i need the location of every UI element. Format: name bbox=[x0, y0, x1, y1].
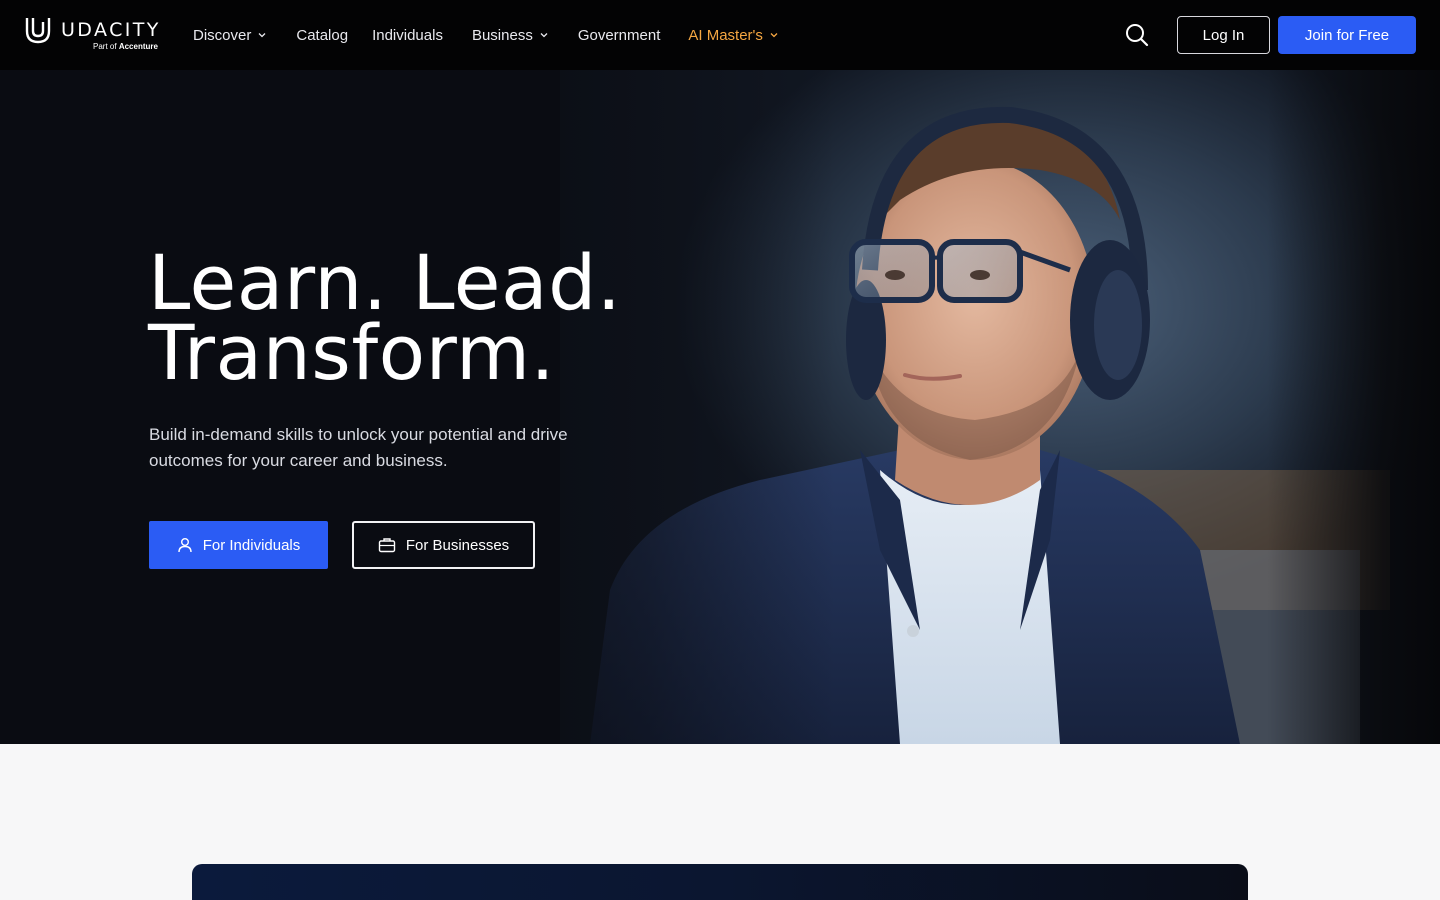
chevron-down-icon bbox=[540, 33, 548, 38]
brand-tagline-prefix: Part of bbox=[93, 42, 117, 51]
main-menu: Discover Catalog Individuals Business Go… bbox=[193, 0, 779, 70]
nav-item-label: Business bbox=[471, 26, 533, 44]
chevron-down-icon bbox=[770, 33, 778, 38]
nav-item-discover[interactable]: Discover bbox=[193, 27, 267, 44]
brand-tagline: Part of Accenture bbox=[93, 42, 158, 51]
for-businesses-button[interactable]: For Businesses bbox=[352, 521, 535, 569]
for-individuals-label: For Individuals bbox=[202, 536, 301, 554]
join-for-free-button[interactable]: Join for Free bbox=[1278, 16, 1416, 54]
hero-gradient-overlay bbox=[0, 70, 1440, 744]
feature-banner-card bbox=[192, 864, 1248, 900]
nav-item-label: Catalog bbox=[296, 26, 349, 44]
nav-item-business[interactable]: Business bbox=[472, 27, 549, 44]
nav-item-label: Government bbox=[577, 26, 661, 44]
top-navigation: UDACITY Part of Accenture Discover Catal… bbox=[0, 0, 1440, 70]
nav-item-label: Individuals bbox=[372, 26, 443, 44]
brand-tagline-company: Accenture bbox=[118, 42, 158, 51]
hero-title: Learn. Lead. Transform. bbox=[148, 245, 748, 397]
hero-section: Learn. Lead. Transform. Build in-demand … bbox=[0, 70, 1440, 744]
nav-item-label: Discover bbox=[193, 26, 252, 44]
udacity-logo-icon bbox=[25, 18, 51, 44]
for-individuals-button[interactable]: For Individuals bbox=[149, 521, 328, 569]
login-button[interactable]: Log In bbox=[1177, 16, 1270, 54]
nav-item-catalog[interactable]: Catalog bbox=[296, 27, 348, 44]
nav-item-ai-masters[interactable]: AI Master's bbox=[688, 27, 779, 44]
nav-item-government[interactable]: Government bbox=[578, 27, 661, 44]
udacity-logo[interactable]: UDACITY Part of Accenture bbox=[24, 16, 164, 54]
nav-item-individuals[interactable]: Individuals bbox=[372, 27, 443, 44]
hero-title-line-2: Transform. bbox=[148, 308, 556, 397]
search-button[interactable] bbox=[1124, 22, 1150, 48]
for-businesses-label: For Businesses bbox=[405, 536, 510, 554]
nav-item-label: AI Master's bbox=[688, 26, 763, 44]
briefcase-icon bbox=[378, 538, 396, 553]
hero-subtitle: Build in-demand skills to unlock your po… bbox=[149, 425, 568, 470]
brand-name: UDACITY bbox=[61, 19, 161, 41]
user-icon bbox=[178, 538, 192, 553]
search-icon bbox=[1126, 24, 1149, 47]
chevron-down-icon bbox=[258, 33, 266, 38]
content-section bbox=[0, 744, 1440, 900]
